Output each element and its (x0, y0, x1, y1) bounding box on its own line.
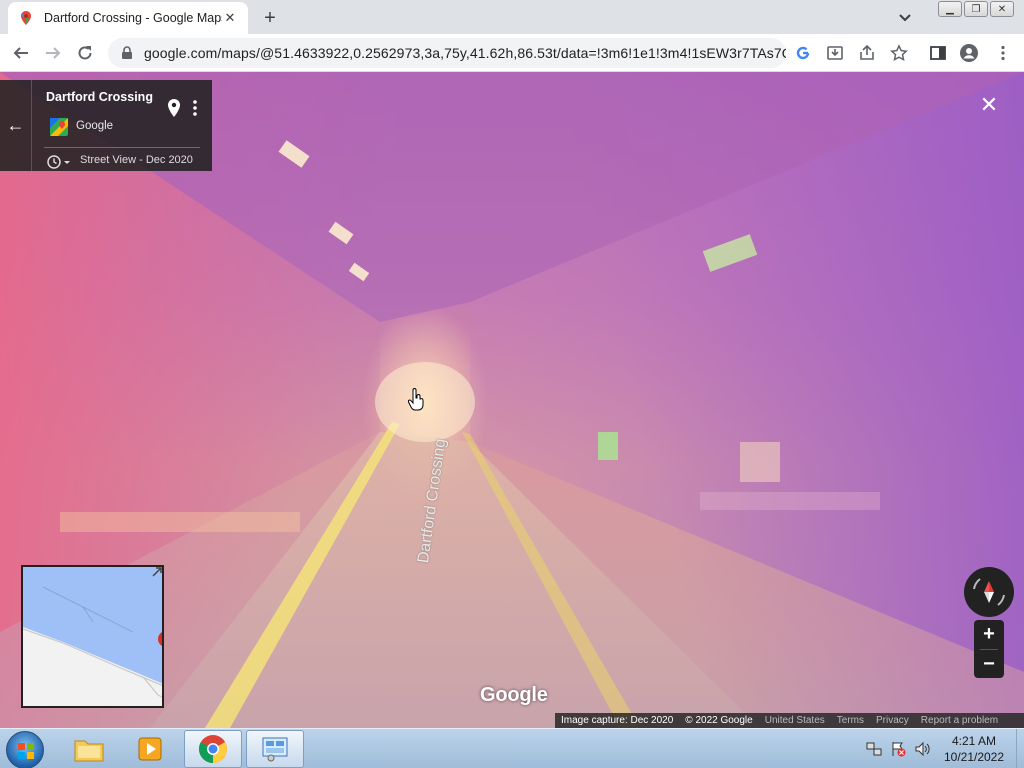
street-view-info-card: ← Dartford Crossing Google Street View -… (0, 80, 212, 171)
side-panel-icon[interactable] (929, 44, 947, 62)
media-player-icon (138, 737, 162, 761)
restore-icon[interactable]: ❐ (964, 1, 988, 17)
hand-cursor-icon (408, 388, 424, 411)
volume-icon[interactable] (914, 741, 930, 757)
tab-close-icon[interactable]: ✕ (222, 10, 238, 26)
screen: Dartford Crossing - Google Maps ✕ + ▁ ❐ … (0, 0, 1024, 768)
window-close-icon[interactable]: ✕ (990, 1, 1014, 17)
zoom-out-button[interactable]: − (974, 650, 1004, 678)
image-capture-date: Image capture: Dec 2020 (561, 715, 674, 726)
street-view-panorama[interactable]: Dartford Crossing ← Dartford Crossing Go… (0, 72, 1024, 728)
control-panel-icon (262, 737, 288, 762)
forward-arrow-icon[interactable] (40, 40, 66, 66)
more-options-icon[interactable] (190, 98, 200, 118)
window-controls: ▁ ❐ ✕ (938, 1, 1014, 17)
google-maps-logo-icon (50, 118, 68, 136)
taskbar-media-player[interactable] (121, 730, 179, 768)
minimap-expand-icon[interactable] (150, 565, 164, 579)
capture-date[interactable]: Street View - Dec 2020 (80, 154, 193, 166)
taskbar-chrome[interactable] (184, 730, 242, 768)
start-button[interactable] (6, 731, 44, 768)
info-divider (44, 147, 200, 148)
clock-date: 10/21/2022 (943, 750, 1005, 764)
privacy-link[interactable]: Privacy (870, 715, 915, 726)
bookmark-star-icon[interactable] (890, 44, 908, 62)
close-street-view-icon[interactable]: ✕ (978, 92, 1000, 117)
minimize-icon[interactable]: ▁ (938, 1, 962, 17)
install-app-icon[interactable] (826, 44, 844, 62)
minimap-map (23, 567, 162, 706)
tab-google-maps[interactable]: Dartford Crossing - Google Maps ✕ (8, 2, 248, 34)
zoom-controls: + − (974, 620, 1004, 678)
compass-icon (973, 578, 1005, 606)
reload-icon[interactable] (72, 40, 98, 66)
back-to-map-button[interactable]: ← (0, 80, 32, 171)
network-icon[interactable] (866, 741, 882, 757)
time-travel-clock-icon[interactable] (46, 154, 72, 170)
country-link[interactable]: United States (759, 715, 831, 726)
taskbar-explorer[interactable] (60, 730, 118, 768)
action-center-icon[interactable] (890, 741, 906, 757)
report-problem-link[interactable]: Report a problem (915, 715, 1004, 726)
show-desktop-button[interactable] (1016, 729, 1024, 768)
map-footer: Image capture: Dec 2020 © 2022 Google Un… (555, 713, 1024, 728)
new-tab-button[interactable]: + (258, 6, 282, 30)
windows-taskbar: 4:21 AM 10/21/2022 (0, 728, 1024, 768)
back-arrow-icon[interactable] (8, 40, 34, 66)
minimap[interactable] (21, 565, 164, 708)
tab-search-icon[interactable] (894, 8, 916, 28)
google-maps-icon (20, 11, 31, 25)
share-icon[interactable] (858, 44, 876, 62)
compass-control[interactable] (964, 567, 1014, 617)
profile-avatar-icon[interactable] (960, 44, 978, 62)
google-lens-icon[interactable] (794, 44, 812, 62)
folder-icon (74, 740, 104, 762)
lock-icon[interactable] (120, 46, 134, 60)
address-bar[interactable]: google.com/maps/@51.4633922,0.2562973,3a… (108, 38, 786, 68)
browser-toolbar: google.com/maps/@51.4633922,0.2562973,3a… (0, 34, 1024, 72)
clock-time: 4:21 AM (951, 734, 997, 748)
location-pin-icon[interactable] (166, 98, 182, 118)
system-clock[interactable]: 4:21 AM 10/21/2022 (934, 733, 1014, 765)
image-source: Google (76, 120, 114, 132)
tab-strip: Dartford Crossing - Google Maps ✕ + ▁ ❐ … (0, 0, 1024, 34)
chrome-menu-icon[interactable] (994, 44, 1012, 62)
url-text: google.com/maps/@51.4633922,0.2562973,3a… (144, 45, 786, 61)
tab-title: Dartford Crossing - Google Maps (44, 11, 222, 25)
zoom-in-button[interactable]: + (974, 620, 1004, 648)
chrome-icon (199, 735, 227, 763)
terms-link[interactable]: Terms (831, 715, 870, 726)
taskbar-control-panel[interactable] (246, 730, 304, 768)
copyright-text: © 2022 Google (685, 715, 753, 726)
windows-logo-icon (18, 743, 34, 759)
google-watermark: Google (480, 684, 548, 706)
place-title[interactable]: Dartford Crossing (46, 90, 153, 104)
